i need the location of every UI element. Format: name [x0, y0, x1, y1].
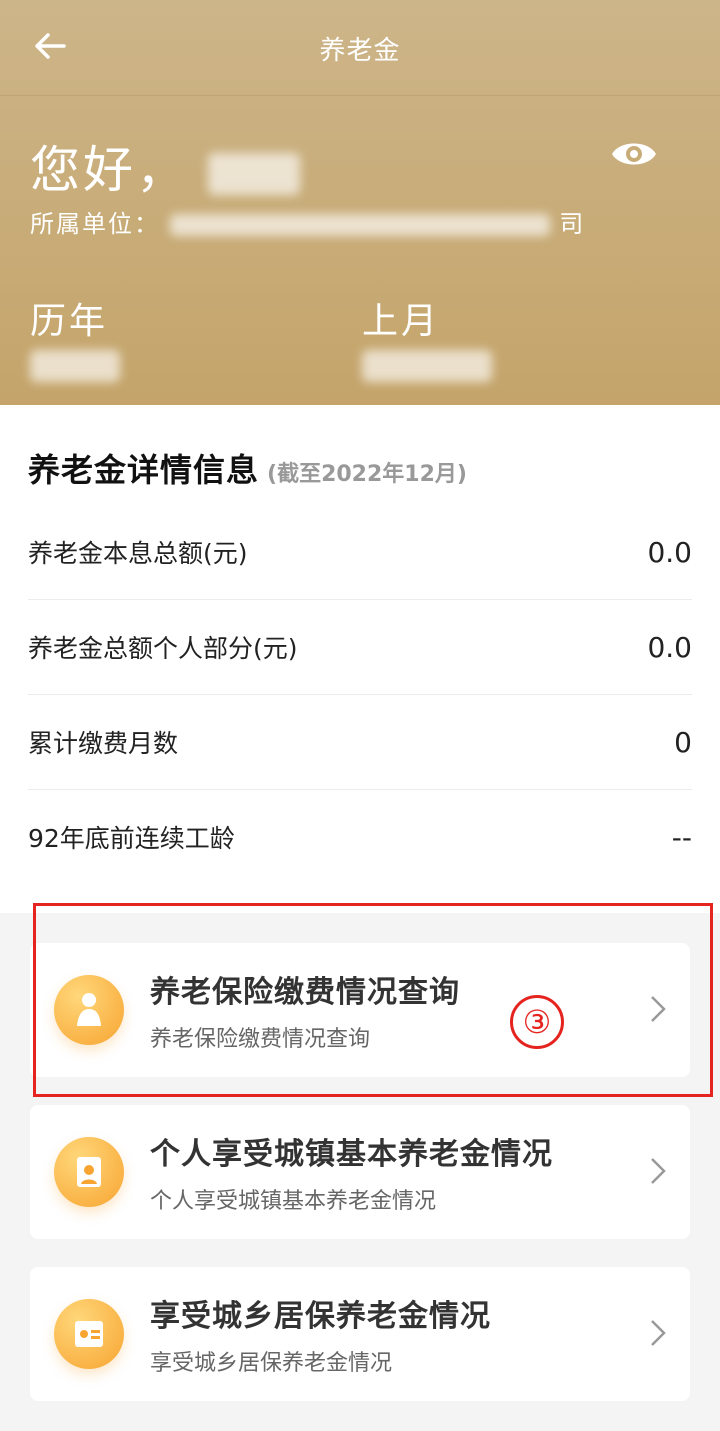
- details-title: 养老金详情信息: [28, 451, 260, 489]
- details-subtitle: (截至2022年12月): [267, 462, 467, 487]
- card-rural-pension[interactable]: 享受城乡居保养老金情况 享受城乡居保养老金情况: [30, 1267, 690, 1401]
- card-payment-query[interactable]: 养老保险缴费情况查询 养老保险缴费情况查询: [30, 943, 690, 1077]
- detail-row: 92年底前连续工龄 --: [28, 790, 692, 884]
- elderly-person-icon: [54, 975, 124, 1045]
- greeting-label: 您好，: [30, 141, 189, 199]
- card-title: 享受城乡居保养老金情况: [150, 1299, 491, 1334]
- detail-row: 养老金总额个人部分(元) 0.0: [28, 600, 692, 695]
- detail-value: 0: [674, 725, 692, 759]
- chevron-right-icon: [651, 1320, 666, 1346]
- detail-label: 养老金本息总额(元): [28, 539, 248, 568]
- pension-header: 养老金 您好， 所属单位： 司 历年 上月: [0, 0, 720, 405]
- card-title: 养老保险缴费情况查询: [150, 975, 460, 1010]
- pension-document-icon: [54, 1137, 124, 1207]
- detail-value: --: [671, 820, 692, 854]
- greeting-text: 您好，: [30, 130, 300, 202]
- chevron-right-icon: [651, 1158, 666, 1184]
- card-urban-pension[interactable]: 个人享受城镇基本养老金情况 个人享受城镇基本养老金情况: [30, 1105, 690, 1239]
- detail-label: 92年底前连续工龄: [28, 824, 235, 853]
- card-subtitle: 养老保险缴费情况查询: [150, 1027, 371, 1052]
- eye-toggle-button[interactable]: [610, 136, 658, 172]
- unit-label: 所属单位：: [30, 210, 160, 238]
- unit-suffix: 司: [559, 210, 586, 238]
- card-title: 个人享受城镇基本养老金情况: [150, 1137, 553, 1172]
- detail-value: 0.0: [647, 630, 692, 664]
- card-subtitle: 个人享受城镇基本养老金情况: [150, 1189, 437, 1214]
- top-bar: 养老金: [0, 0, 720, 96]
- eye-icon: [612, 143, 656, 165]
- stat-value-last-month-masked: [362, 350, 492, 382]
- detail-row: 养老金本息总额(元) 0.0: [28, 505, 692, 600]
- step-marker: ③: [510, 995, 564, 1049]
- page-title: 养老金: [319, 36, 401, 66]
- details-heading: 养老金详情信息 (截至2022年12月): [28, 405, 692, 505]
- id-card-icon: [54, 1299, 124, 1369]
- card-subtitle: 享受城乡居保养老金情况: [150, 1351, 393, 1376]
- detail-label: 养老金总额个人部分(元): [28, 634, 298, 663]
- detail-row: 累计缴费月数 0: [28, 695, 692, 790]
- unit-name-masked: [169, 214, 550, 236]
- pension-details: 养老金详情信息 (截至2022年12月) 养老金本息总额(元) 0.0 养老金总额…: [0, 405, 720, 913]
- stat-label-all-years: 历年: [30, 301, 109, 342]
- user-name-masked: [207, 152, 300, 195]
- detail-value: 0.0: [647, 535, 692, 569]
- service-list: 养老保险缴费情况查询 养老保险缴费情况查询 个人享受城镇基本养老金情况 个人享受…: [0, 913, 720, 1401]
- unit-info: 所属单位： 司: [30, 204, 585, 239]
- chevron-right-icon: [651, 996, 666, 1022]
- detail-label: 累计缴费月数: [28, 729, 179, 758]
- stat-label-last-month: 上月: [362, 301, 441, 342]
- stat-value-all-years-masked: [30, 350, 120, 382]
